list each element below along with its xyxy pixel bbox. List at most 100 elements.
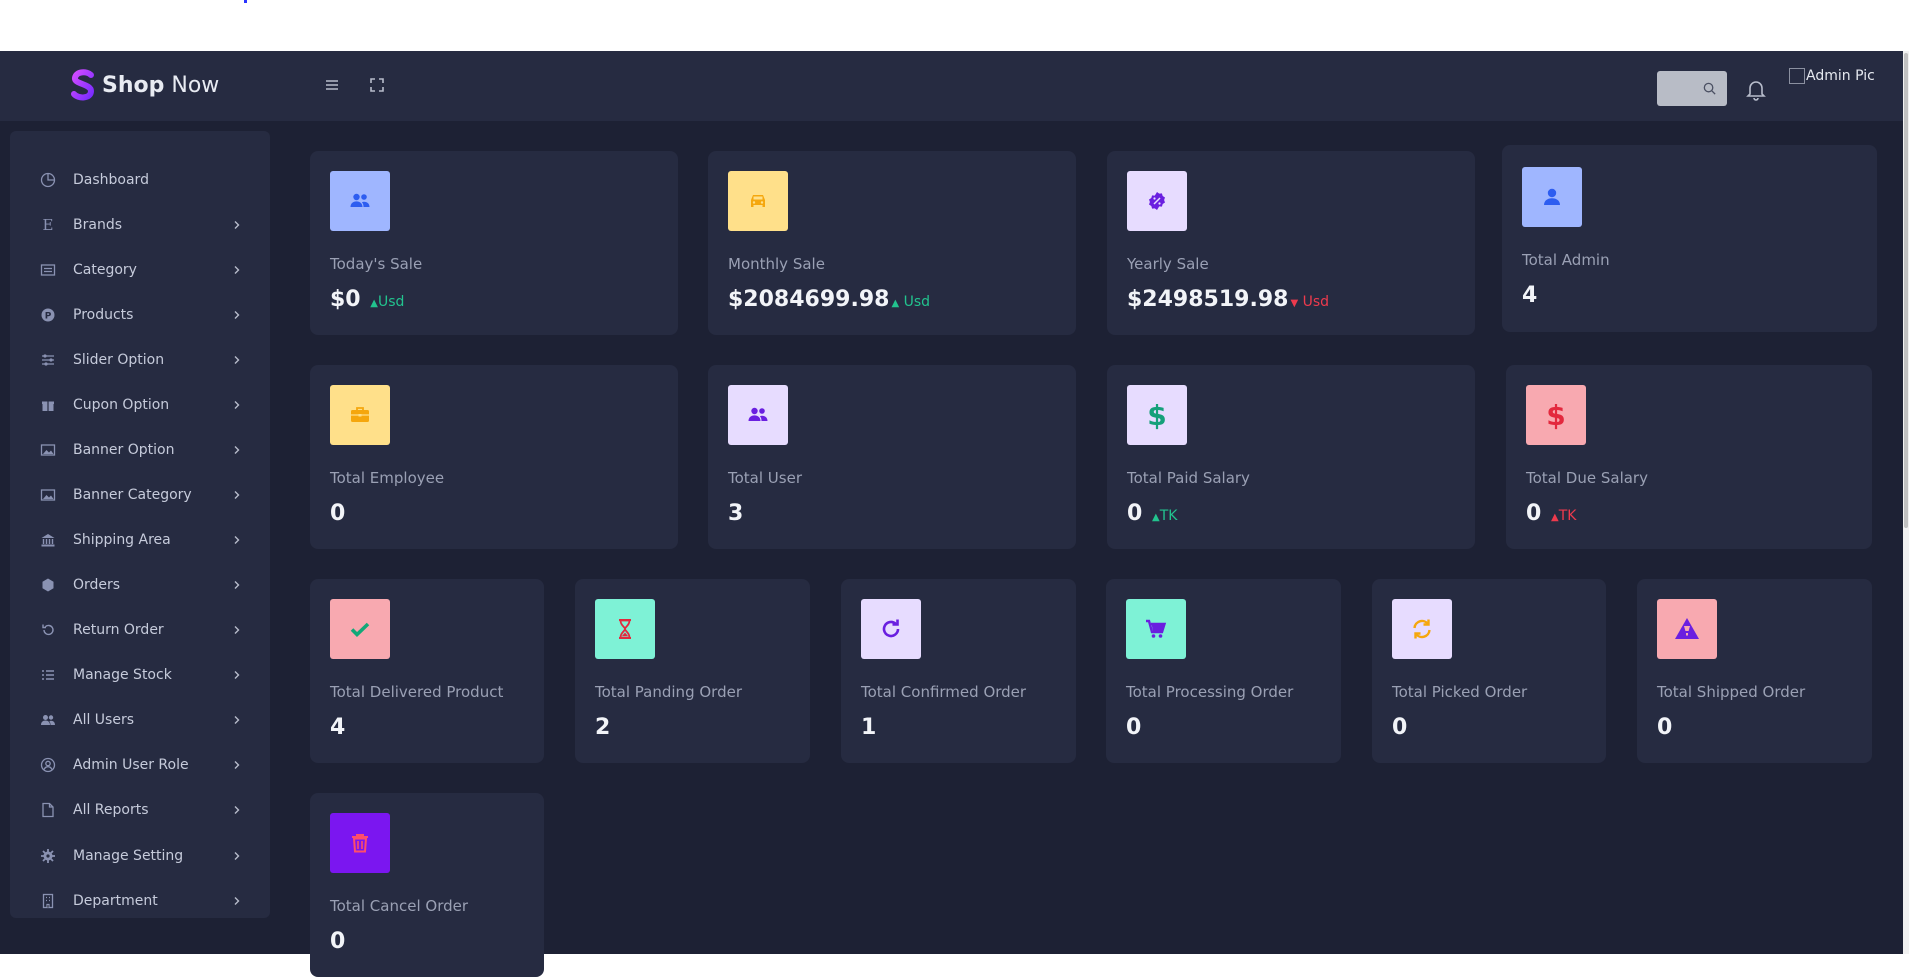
sidebar-item-manage-setting[interactable]: Manage Setting — [10, 833, 270, 878]
sidebar-item-label: Dashboard — [73, 171, 149, 188]
sidebar-item-cupon-option[interactable]: Cupon Option — [10, 382, 270, 427]
scrollbar-thumb[interactable] — [1904, 53, 1908, 528]
hexagon-icon — [40, 577, 56, 593]
card-monthly-sale: Monthly Sale $2084699.98 ▲ Usd — [708, 151, 1076, 335]
chevron-right-icon — [234, 896, 240, 905]
card-value: 3 — [728, 501, 744, 526]
card-label: Total Paid Salary — [1127, 469, 1250, 487]
warning-icon — [1657, 599, 1717, 659]
sidebar-item-label: Banner Option — [73, 441, 175, 458]
card-total-due-salary: $ Total Due Salary 0 ▲TK — [1506, 365, 1872, 549]
chevron-right-icon — [234, 310, 240, 319]
notification-button[interactable] — [1745, 77, 1767, 101]
gift-icon — [40, 397, 56, 413]
sidebar-item-all-reports[interactable]: All Reports — [10, 787, 270, 832]
chevron-right-icon — [234, 851, 240, 860]
card-value: 4 — [1522, 283, 1538, 308]
briefcase-icon — [330, 385, 390, 445]
card-label: Total Panding Order — [595, 683, 742, 701]
card-value: 1 — [861, 715, 877, 740]
sidebar-item-all-users[interactable]: All Users — [10, 697, 270, 742]
sidebar-item-label: Banner Category — [73, 486, 192, 503]
card-label: Total Picked Order — [1392, 683, 1528, 701]
sidebar-item-brands[interactable]: E Brands — [10, 202, 270, 247]
card-total-panding-order: Total Panding Order 2 — [575, 579, 810, 763]
sidebar-item-dashboard[interactable]: Dashboard — [10, 157, 270, 202]
card-total-admin: Total Admin 4 — [1502, 145, 1877, 332]
list-icon — [40, 667, 56, 683]
discount-badge-icon — [1127, 171, 1187, 231]
card-label: Total User — [728, 469, 802, 487]
sidebar-item-label: Brands — [73, 216, 122, 233]
trend-indicator: ▲TK — [1151, 508, 1178, 524]
arrow-up-icon: ▲ — [1550, 512, 1559, 523]
sidebar-item-shipping-area[interactable]: Shipping Area — [10, 517, 270, 562]
list-card-icon — [40, 262, 56, 278]
logo-s-icon — [71, 69, 95, 101]
chevron-right-icon — [234, 580, 240, 589]
dollar-icon: $ — [1526, 385, 1586, 445]
sidebar-item-slider-option[interactable]: Slider Option — [10, 337, 270, 382]
chevron-right-icon — [234, 490, 240, 499]
card-total-confirmed-order: Total Confirmed Order 1 — [841, 579, 1076, 763]
page-scrollbar[interactable] — [1903, 51, 1909, 954]
card-label: Total Processing Order — [1126, 683, 1294, 701]
card-total-employee: Total Employee 0 — [310, 365, 678, 549]
building-icon — [40, 893, 56, 909]
users-icon — [330, 171, 390, 231]
card-total-delivered-product: Total Delivered Product 4 — [310, 579, 544, 763]
sidebar-item-admin-user-role[interactable]: Admin User Role — [10, 742, 270, 787]
sidebar-item-label: Category — [73, 261, 137, 278]
card-value: $2498519.98 ▼ Usd — [1127, 287, 1330, 312]
trash-icon — [330, 813, 390, 873]
sidebar-item-label: Manage Stock — [73, 666, 172, 683]
card-value: $2084699.98 ▲ Usd — [728, 287, 931, 312]
card-value: 0 — [1657, 715, 1673, 740]
sidebar-item-manage-stock[interactable]: Manage Stock — [10, 652, 270, 697]
card-total-paid-salary: $ Total Paid Salary 0 ▲TK — [1107, 365, 1475, 549]
sidebar: Dashboard E Brands Category P Products S… — [10, 131, 270, 918]
sidebar-item-banner-category[interactable]: Banner Category — [10, 472, 270, 517]
admin-avatar[interactable]: Admin Pic — [1789, 68, 1875, 84]
card-yearly-sale: Yearly Sale $2498519.98 ▼ Usd — [1107, 151, 1475, 335]
trend-indicator: ▲ Usd — [891, 294, 931, 310]
card-label: Total Employee — [330, 469, 445, 487]
card-todays-sale: Today's Sale $0 ▲Usd — [310, 151, 678, 335]
sync-icon — [1392, 599, 1452, 659]
logo[interactable]: Shop Now — [70, 69, 219, 101]
bell-icon — [1746, 81, 1766, 101]
sidebar-item-category[interactable]: Category — [10, 247, 270, 292]
gear-icon — [40, 848, 56, 864]
search-box[interactable] — [1657, 71, 1727, 106]
chevron-right-icon — [234, 715, 240, 724]
dashboard-app: Shop Now Admin Pic Dashboard E Brands Ca… — [0, 51, 1903, 977]
brand-name: Shop Now — [102, 72, 220, 98]
sidebar-item-label: Orders — [73, 576, 121, 593]
sidebar-item-department[interactable]: Department — [10, 878, 270, 923]
refresh-icon — [861, 599, 921, 659]
fullscreen-button[interactable] — [367, 75, 387, 95]
menu-toggle-button[interactable] — [322, 75, 342, 95]
file-icon — [40, 802, 56, 818]
sidebar-item-return-order[interactable]: Return Order — [10, 607, 270, 652]
card-value: 0 — [1126, 715, 1142, 740]
card-label: Yearly Sale — [1127, 255, 1209, 273]
chevron-right-icon — [234, 400, 240, 409]
sidebar-item-orders[interactable]: Orders — [10, 562, 270, 607]
card-value: 0 ▲TK — [1127, 501, 1178, 526]
card-total-processing-order: Total Processing Order 0 — [1106, 579, 1341, 763]
sidebar-item-banner-option[interactable]: Banner Option — [10, 427, 270, 472]
check-icon — [330, 599, 390, 659]
search-icon — [1703, 82, 1716, 95]
card-value: $0 ▲Usd — [330, 287, 405, 312]
card-total-shipped-order: Total Shipped Order 0 — [1637, 579, 1872, 763]
arrow-up-icon: ▲ — [891, 298, 900, 309]
image-icon — [40, 442, 56, 458]
trend-indicator: ▼ Usd — [1290, 294, 1330, 310]
bank-icon — [40, 532, 56, 548]
car-icon — [728, 171, 788, 231]
user-circle-icon — [40, 757, 56, 773]
users-icon — [40, 712, 56, 728]
card-value: 0 — [330, 501, 346, 526]
sidebar-item-products[interactable]: P Products — [10, 292, 270, 337]
